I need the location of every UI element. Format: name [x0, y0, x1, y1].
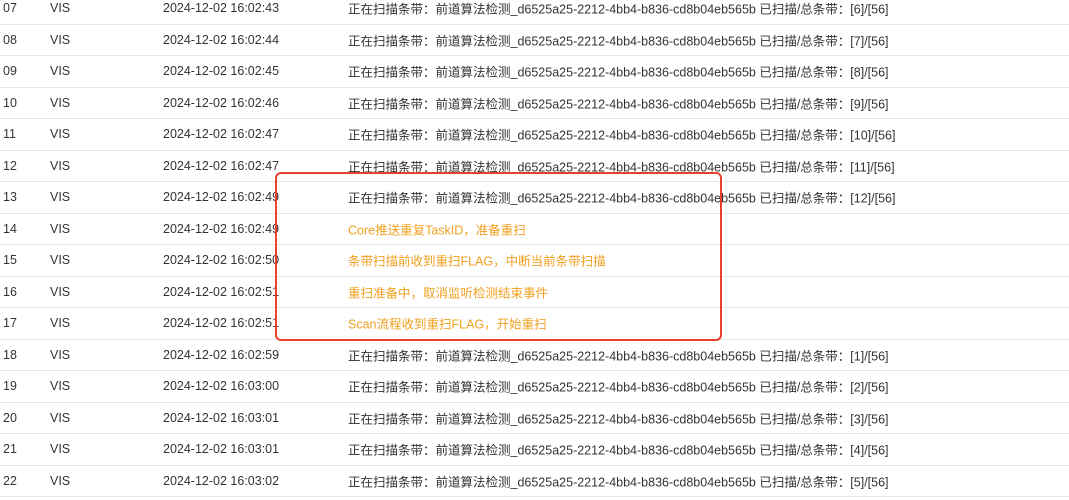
log-type: VIS [50, 190, 71, 205]
log-row[interactable]: 18 VIS 2024-12-02 16:02:59 正在扫描条带：前道算法检测_d6… [0, 340, 1069, 371]
log-timestamp: 2024-12-02 16:02:45 [163, 64, 280, 79]
log-timestamp: 2024-12-02 16:03:02 [163, 473, 280, 488]
log-type: VIS [50, 316, 71, 331]
log-type: VIS [50, 347, 71, 362]
log-row[interactable]: 21 VIS 2024-12-02 16:03:01 正在扫描条带：前道算法检测_d6… [0, 434, 1069, 466]
log-message: 正在扫描条带：前道算法检测_d6525a25-2212-4bb4-b836-cd… [348, 2, 889, 17]
log-type: VIS [50, 64, 71, 79]
log-index: 17 [3, 316, 17, 331]
log-index: 14 [3, 221, 17, 236]
log-timestamp: 2024-12-02 16:02:51 [163, 284, 280, 299]
log-message: 正在扫描条带：前道算法检测_d6525a25-2212-4bb4-b836-cd… [348, 380, 889, 395]
log-index: 07 [3, 1, 17, 16]
log-timestamp: 2024-12-02 16:02:46 [163, 95, 280, 110]
log-type: VIS [50, 32, 71, 47]
log-message: 正在扫描条带：前道算法检测_d6525a25-2212-4bb4-b836-cd… [348, 349, 889, 364]
log-timestamp: 2024-12-02 16:02:51 [163, 316, 280, 331]
log-index: 12 [3, 158, 17, 173]
log-message: 正在扫描条带：前道算法检测_d6525a25-2212-4bb4-b836-cd… [348, 191, 896, 206]
log-row[interactable]: 07 VIS 2024-12-02 16:02:43 正在扫描条带：前道算法检测_d6… [0, 0, 1069, 25]
log-index: 16 [3, 284, 17, 299]
log-index: 19 [3, 379, 17, 394]
log-table: 07 VIS 2024-12-02 16:02:43 正在扫描条带：前道算法检测_d6… [0, 0, 1069, 497]
log-message: 正在扫描条带：前道算法检测_d6525a25-2212-4bb4-b836-cd… [348, 97, 889, 112]
log-timestamp: 2024-12-02 16:02:59 [163, 347, 280, 362]
log-message: 正在扫描条带：前道算法检测_d6525a25-2212-4bb4-b836-cd… [348, 443, 889, 458]
log-type: VIS [50, 127, 71, 142]
log-message: 正在扫描条带：前道算法检测_d6525a25-2212-4bb4-b836-cd… [348, 412, 889, 427]
log-timestamp: 2024-12-02 16:02:47 [163, 127, 280, 142]
log-index: 22 [3, 473, 17, 488]
log-index: 15 [3, 253, 17, 268]
log-type: VIS [50, 284, 71, 299]
log-type: VIS [50, 473, 71, 488]
log-timestamp: 2024-12-02 16:02:47 [163, 158, 280, 173]
log-timestamp: 2024-12-02 16:02:44 [163, 32, 280, 47]
log-type: VIS [50, 221, 71, 236]
log-row[interactable]: 10 VIS 2024-12-02 16:02:46 正在扫描条带：前道算法检测_d6… [0, 88, 1069, 119]
log-row[interactable]: 13 VIS 2024-12-02 16:02:49 正在扫描条带：前道算法检测_d6… [0, 182, 1069, 214]
log-row[interactable]: 15 VIS 2024-12-02 16:02:50 条带扫描前收到重扫FLAG，中断… [0, 245, 1069, 277]
log-type: VIS [50, 410, 71, 425]
log-type: VIS [50, 442, 71, 457]
log-timestamp: 2024-12-02 16:02:49 [163, 190, 280, 205]
log-row[interactable]: 20 VIS 2024-12-02 16:03:01 正在扫描条带：前道算法检测_d6… [0, 403, 1069, 434]
log-type: VIS [50, 1, 71, 16]
log-index: 11 [3, 127, 16, 142]
log-message: 正在扫描条带：前道算法检测_d6525a25-2212-4bb4-b836-cd… [348, 65, 889, 80]
log-index: 10 [3, 95, 17, 110]
log-row[interactable]: 14 VIS 2024-12-02 16:02:49 Core推送重复TaskID，准… [0, 214, 1069, 245]
log-message: 条带扫描前收到重扫FLAG，中断当前条带扫描 [348, 254, 606, 269]
log-message: 重扫准备中，取消监听检测结束事件 [348, 286, 549, 301]
log-row[interactable]: 12 VIS 2024-12-02 16:02:47 正在扫描条带：前道算法检测_d6… [0, 151, 1069, 182]
log-message: 正在扫描条带：前道算法检测_d6525a25-2212-4bb4-b836-cd… [348, 160, 895, 175]
log-type: VIS [50, 253, 71, 268]
log-message: Core推送重复TaskID，准备重扫 [348, 223, 526, 238]
log-row[interactable]: 17 VIS 2024-12-02 16:02:51 Scan流程收到重扫FLAG，开… [0, 308, 1069, 340]
log-row[interactable]: 09 VIS 2024-12-02 16:02:45 正在扫描条带：前道算法检测_d6… [0, 56, 1069, 88]
log-index: 13 [3, 190, 17, 205]
log-message: 正在扫描条带：前道算法检测_d6525a25-2212-4bb4-b836-cd… [348, 34, 889, 49]
log-row[interactable]: 08 VIS 2024-12-02 16:02:44 正在扫描条带：前道算法检测_d6… [0, 25, 1069, 56]
log-type: VIS [50, 95, 71, 110]
log-index: 08 [3, 32, 17, 47]
log-index: 09 [3, 64, 17, 79]
log-type: VIS [50, 158, 71, 173]
log-timestamp: 2024-12-02 16:02:49 [163, 221, 280, 236]
log-row[interactable]: 11 VIS 2024-12-02 16:02:47 正在扫描条带：前道算法检测_d6… [0, 119, 1069, 151]
log-message: Scan流程收到重扫FLAG，开始重扫 [348, 317, 547, 332]
log-index: 18 [3, 347, 17, 362]
log-timestamp: 2024-12-02 16:03:01 [163, 442, 280, 457]
log-row[interactable]: 19 VIS 2024-12-02 16:03:00 正在扫描条带：前道算法检测_d6… [0, 371, 1069, 403]
log-timestamp: 2024-12-02 16:03:00 [163, 379, 280, 394]
log-type: VIS [50, 379, 71, 394]
log-timestamp: 2024-12-02 16:02:50 [163, 253, 280, 268]
log-row[interactable]: 22 VIS 2024-12-02 16:03:02 正在扫描条带：前道算法检测_d6… [0, 466, 1069, 497]
log-timestamp: 2024-12-02 16:02:43 [163, 1, 280, 16]
log-message: 正在扫描条带：前道算法检测_d6525a25-2212-4bb4-b836-cd… [348, 128, 896, 143]
log-message: 正在扫描条带：前道算法检测_d6525a25-2212-4bb4-b836-cd… [348, 475, 889, 490]
log-row[interactable]: 16 VIS 2024-12-02 16:02:51 重扫准备中，取消监听检测结束事件 [0, 277, 1069, 308]
log-timestamp: 2024-12-02 16:03:01 [163, 410, 280, 425]
log-index: 21 [3, 442, 17, 457]
log-index: 20 [3, 410, 17, 425]
